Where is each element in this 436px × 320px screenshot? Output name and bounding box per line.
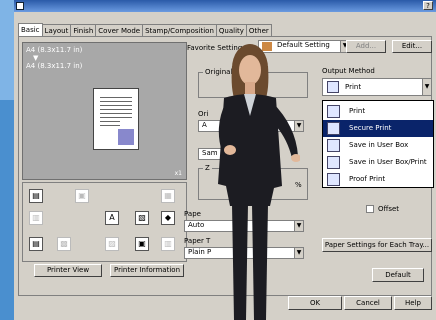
help-title-button[interactable]: ? (423, 1, 433, 10)
paper-tray-label: Pape (184, 210, 201, 218)
output-option-print[interactable]: Print (323, 103, 433, 120)
output-option-label: Secure Print (349, 124, 392, 132)
tab-quality[interactable]: Quality (215, 24, 247, 36)
stamp-icon: ▣ (135, 237, 149, 251)
tab-cover-mode[interactable]: Cover Mode (95, 24, 144, 36)
tab-stamp-composition[interactable]: Stamp/Composition (142, 24, 217, 36)
tab-strip: Basic Layout Finish Cover Mode Stamp/Com… (18, 23, 272, 38)
default-button[interactable]: Default (372, 268, 424, 282)
output-method-label: Output Method (322, 67, 375, 75)
output-option-label: Proof Print (349, 175, 386, 183)
output-option-secure-print[interactable]: Secure Print (323, 120, 433, 137)
output-method-dropdown: Print Secure Print Save in User Box Save… (322, 100, 434, 188)
paper-settings-each-tray-button[interactable]: Paper Settings for Each Tray... (322, 238, 432, 252)
booklet-icon: A (105, 211, 119, 225)
punch-icon: ▦ (161, 189, 175, 203)
presenter-image (218, 44, 300, 320)
offset-checkbox[interactable] (366, 205, 374, 213)
watermark-icon: ▨ (105, 237, 119, 251)
chevron-down-icon: ▼ (422, 79, 431, 95)
duplex-icon: ▥ (29, 211, 43, 225)
function-icon-grid: ▤ ▣ ▦ ▥ A ▧ ◆ ▤ ▩ ▨ ▣ ▥ (22, 182, 187, 262)
folder-icon: ◆ (161, 211, 175, 225)
desktop-background-highlight (0, 0, 14, 100)
output-option-save-user-box[interactable]: Save in User Box (323, 137, 433, 154)
printer-app-icon (16, 2, 24, 10)
output-method-select[interactable]: Print ▼ (322, 78, 432, 96)
page-thumbnail (93, 88, 139, 150)
page-preview: A4 (8.3x11.7 in) ▼ A4 (8.3x11.7 in) x1 (22, 42, 187, 180)
copies-count: x1 (174, 170, 182, 177)
copy-icon: ▧ (135, 211, 149, 225)
tab-finish[interactable]: Finish (70, 24, 97, 36)
box-icon (327, 139, 340, 152)
add-favorite-button[interactable]: Add... (346, 40, 386, 53)
output-method-value: Print (345, 83, 362, 91)
original-paper-size: A4 (8.3x11.7 in) (26, 46, 83, 54)
edit-favorite-button[interactable]: Edit... (392, 40, 432, 53)
printer-view-button[interactable]: Printer View (34, 264, 102, 277)
printer-icon: ▤ (29, 189, 43, 203)
offset-label: Offset (378, 205, 400, 213)
print-icon (327, 81, 339, 93)
output-paper-size: A4 (8.3x11.7 in) (26, 62, 83, 70)
staple-icon: ▣ (75, 189, 89, 203)
print-icon (327, 105, 340, 118)
image-block-icon (118, 129, 134, 145)
output-option-proof-print[interactable]: Proof Print (323, 171, 433, 188)
output-option-label: Print (349, 107, 366, 115)
output-option-save-user-box-print[interactable]: Save in User Box/Print (323, 154, 433, 171)
printer-information-button[interactable]: Printer Information (110, 264, 184, 277)
tab-other[interactable]: Other (245, 24, 272, 36)
help-button[interactable]: Help (394, 296, 432, 310)
box-print-icon (327, 156, 340, 169)
title-bar: ? (14, 0, 436, 12)
tray-icon: ▤ (29, 237, 43, 251)
output-option-label: Save in User Box/Print (349, 158, 427, 166)
quality-icon: ▩ (57, 237, 71, 251)
cancel-button[interactable]: Cancel (344, 296, 392, 310)
tab-layout[interactable]: Layout (41, 24, 72, 36)
proof-print-icon (327, 173, 340, 186)
finish-icon: ▥ (161, 237, 175, 251)
lock-print-icon (327, 122, 340, 135)
output-option-label: Save in User Box (349, 141, 409, 149)
paper-size-arrow: ▼ (33, 54, 39, 62)
